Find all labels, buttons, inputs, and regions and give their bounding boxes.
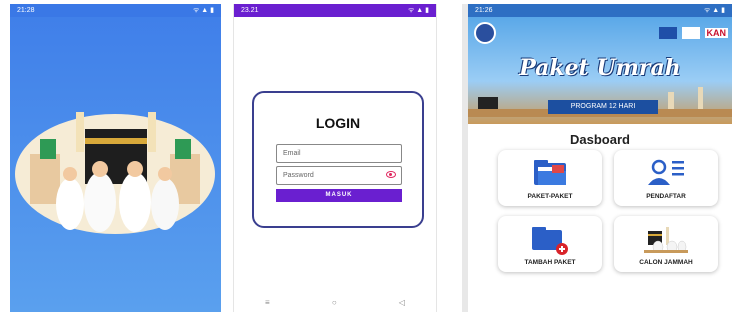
status-time: 21:28 [17, 7, 35, 14]
pilgrims-icon [644, 227, 688, 253]
status-bar: 21:26 ᯤ ▲ ▮ [468, 4, 732, 17]
tile-label: CALON JAMMAH [639, 259, 693, 266]
promo-banner: KAN Paket Umrah PROGRAM 12 HARI [468, 17, 732, 124]
status-icons: ᯤ ▲ ▮ [703, 7, 725, 14]
kaaba-illustration [15, 112, 215, 234]
login-card: LOGIN Email Password MASUK [252, 91, 424, 228]
password-placeholder: Password [283, 172, 314, 179]
tile-label: TAMBAH PAKET [524, 259, 576, 266]
status-time: 21:26 [475, 7, 493, 14]
login-title: LOGIN [315, 115, 361, 131]
status-time: 23.21 [241, 7, 259, 14]
tile-tambah-paket[interactable]: TAMBAH PAKET [498, 216, 602, 272]
login-screen: 23.21 ᯤ ▲ ▮ LOGIN Email Password MASUK ≡… [233, 4, 437, 312]
back-nav-icon[interactable]: ◁ [399, 298, 405, 307]
status-icons: ᯤ ▲ ▮ [407, 7, 429, 14]
password-field[interactable]: Password [276, 166, 402, 185]
kan-logo: KAN [704, 28, 728, 38]
user-list-icon [648, 159, 684, 185]
banner-title: Paket Umrah [519, 55, 681, 81]
nav-bar: ≡ ○ ◁ [234, 292, 436, 312]
status-icons: ᯤ ▲ ▮ [192, 7, 214, 14]
tile-paket-paket[interactable]: PAKET-PAKET [498, 150, 602, 206]
dashboard-title: Dasboard [570, 132, 630, 147]
email-field[interactable]: Email [276, 144, 402, 163]
tile-pendaftar[interactable]: PENDAFTAR [614, 150, 718, 206]
tile-label: PENDAFTAR [646, 193, 686, 200]
tile-calon-jammah[interactable]: CALON JAMMAH [614, 216, 718, 272]
splash-screen: 21:28 ᯤ ▲ ▮ [10, 4, 221, 312]
menu-nav-icon[interactable]: ≡ [265, 298, 270, 307]
add-folder-icon [532, 227, 568, 255]
dashboard-screen: 21:26 ᯤ ▲ ▮ KAN Paket Umrah PROGRAM 12 H… [462, 4, 732, 312]
partner-logo-icon [681, 27, 700, 39]
masuk-button[interactable]: MASUK [276, 189, 402, 202]
logo-strip: KAN [474, 20, 728, 46]
status-bar: 23.21 ᯤ ▲ ▮ [234, 4, 436, 17]
home-nav-icon[interactable]: ○ [332, 298, 337, 307]
status-bar: 21:28 ᯤ ▲ ▮ [10, 4, 221, 17]
agency-logo-icon [474, 22, 496, 44]
partner-logo-icon [658, 27, 677, 39]
tile-label: PAKET-PAKET [527, 193, 573, 200]
banner-subtitle: PROGRAM 12 HARI [548, 100, 658, 114]
eye-icon[interactable] [386, 171, 396, 178]
folder-icon [534, 160, 566, 185]
